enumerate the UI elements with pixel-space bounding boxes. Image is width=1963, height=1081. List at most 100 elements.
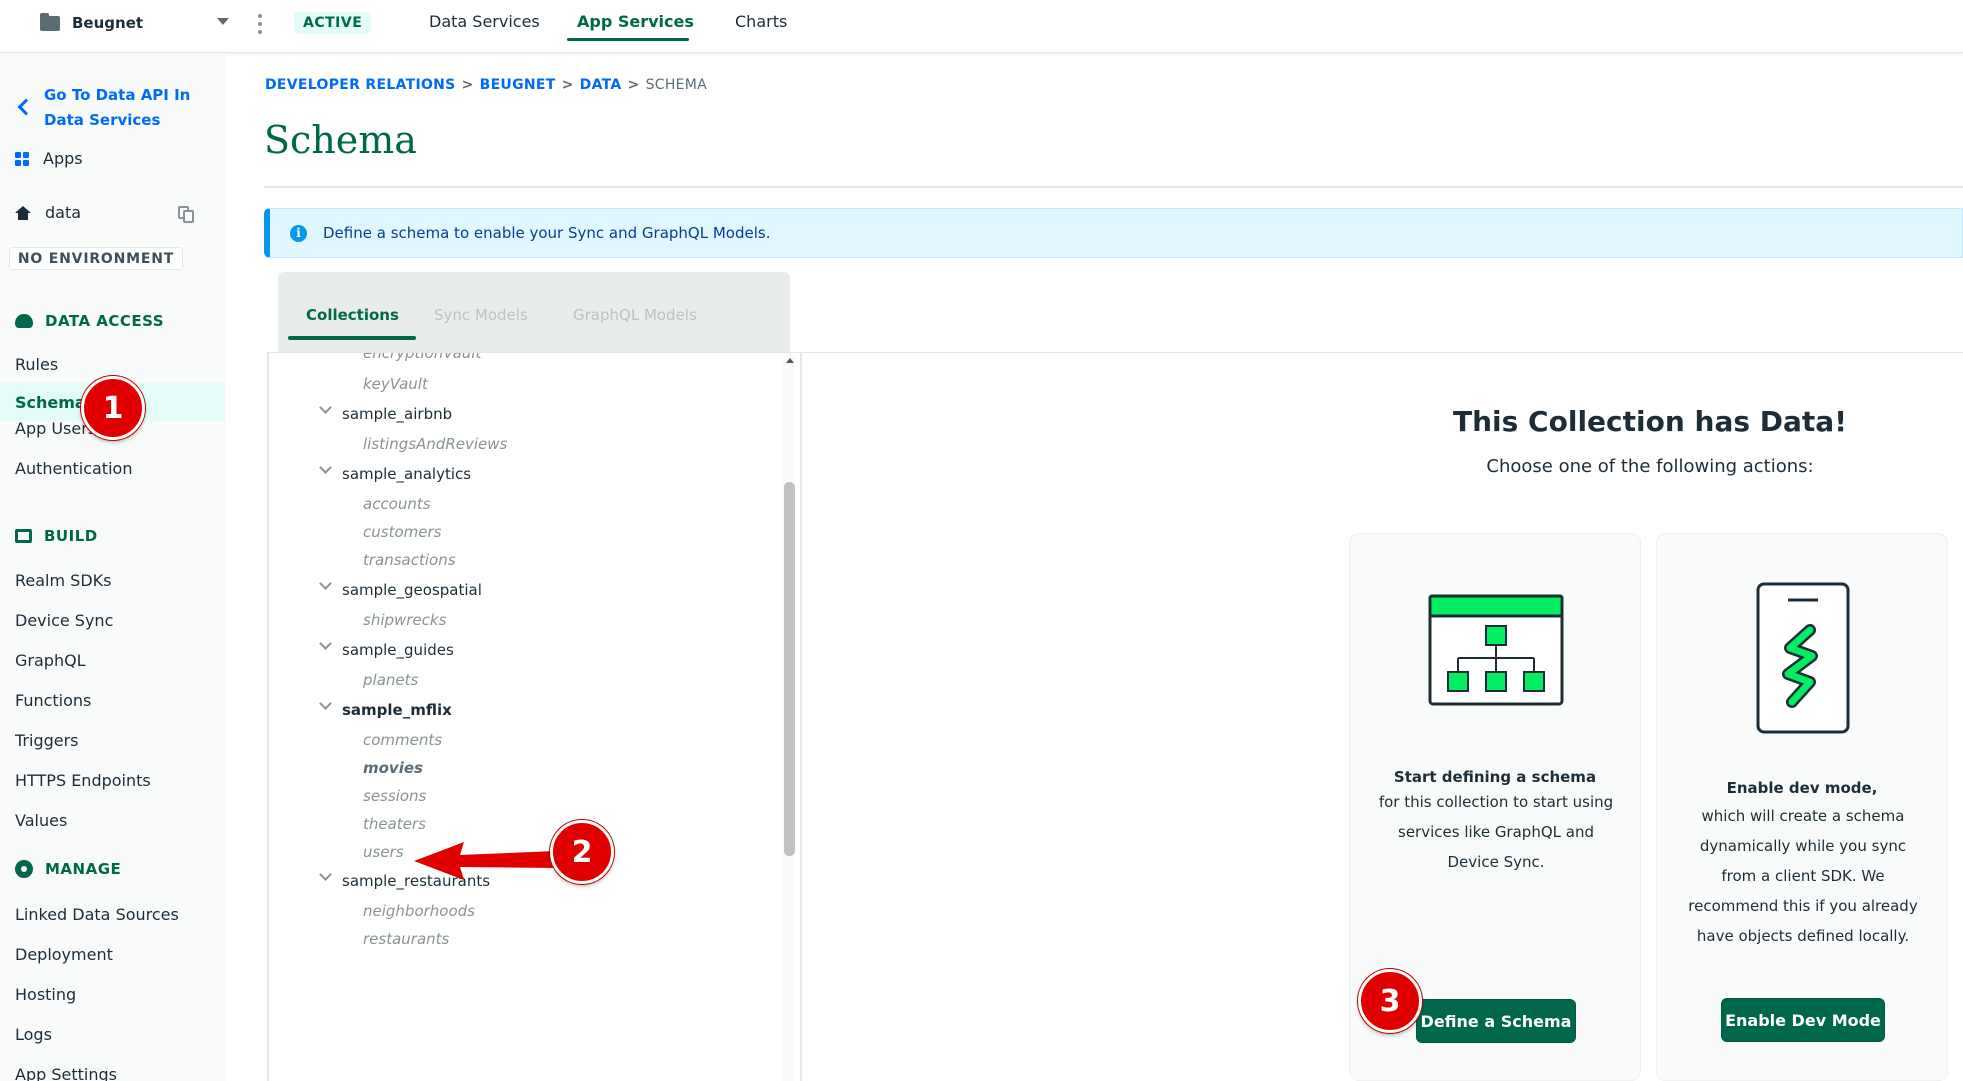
enable-dev-mode-button[interactable]: Enable Dev Mode bbox=[1721, 998, 1885, 1042]
nav-app-services[interactable]: App Services bbox=[577, 0, 694, 42]
breadcrumb-link[interactable]: BEUGNET bbox=[480, 77, 556, 93]
home-icon bbox=[15, 205, 31, 220]
back-link-label: Go To Data API In Data Services bbox=[44, 86, 191, 129]
choose-action-subheading: Choose one of the following actions: bbox=[1486, 456, 1814, 477]
step-marker: 3 bbox=[1358, 969, 1422, 1033]
chevron-down-icon[interactable] bbox=[319, 577, 332, 590]
sidebar-item-deployment[interactable]: Deployment bbox=[15, 945, 113, 964]
dev-mode-phone-icon bbox=[1756, 582, 1850, 734]
sidebar-item-https-endpoints[interactable]: HTTPS Endpoints bbox=[15, 771, 151, 790]
project-selector[interactable]: Beugnet bbox=[40, 12, 143, 32]
tree-collection[interactable]: neighborhoods bbox=[363, 902, 475, 920]
page-title: Schema bbox=[264, 118, 417, 162]
step-marker: 2 bbox=[550, 820, 614, 884]
tree-collection[interactable]: planets bbox=[363, 671, 418, 689]
tree-collection[interactable]: shipwrecks bbox=[363, 611, 446, 629]
chevron-down-icon[interactable] bbox=[319, 697, 332, 710]
section-manage: MANAGE bbox=[15, 860, 121, 878]
tree-database[interactable]: sample_geospatial bbox=[342, 581, 482, 599]
breadcrumb-link[interactable]: DEVELOPER RELATIONS bbox=[265, 77, 456, 93]
sidebar: Go To Data API In Data Services Apps dat… bbox=[0, 53, 225, 1081]
step-marker: 1 bbox=[81, 376, 145, 440]
schema-tree-icon bbox=[1428, 594, 1564, 706]
tree-database[interactable]: sample_analytics bbox=[342, 465, 471, 483]
tree-database[interactable]: sample_airbnb bbox=[342, 405, 452, 423]
section-data-access: DATA ACCESS bbox=[15, 312, 164, 330]
banner-text: Define a schema to enable your Sync and … bbox=[323, 224, 771, 242]
schema-tabs: Collections Sync Models GraphQL Models bbox=[278, 272, 790, 352]
sidebar-item-device-sync[interactable]: Device Sync bbox=[15, 611, 113, 630]
nav-data-services[interactable]: Data Services bbox=[429, 0, 540, 42]
tab-sync-models[interactable]: Sync Models bbox=[434, 306, 528, 324]
nav-active-indicator bbox=[567, 38, 689, 41]
tab-active-indicator bbox=[288, 336, 416, 340]
card-description: for this collection to start using servi… bbox=[1378, 793, 1614, 871]
section-build: BUILD bbox=[15, 527, 98, 545]
tree-collection[interactable]: comments bbox=[363, 731, 442, 749]
sidebar-item-app-settings[interactable]: App Settings bbox=[15, 1065, 117, 1081]
divider bbox=[802, 352, 1963, 353]
chevron-down-icon[interactable] bbox=[319, 868, 332, 881]
define-schema-button[interactable]: Define a Schema bbox=[1416, 999, 1576, 1043]
card-description: which will create a schema dynamically w… bbox=[1688, 807, 1918, 945]
enable-dev-mode-card: Enable dev mode, which will create a sch… bbox=[1656, 533, 1948, 1081]
scroll-up-arrow-icon[interactable] bbox=[786, 358, 794, 363]
nav-charts[interactable]: Charts bbox=[735, 0, 787, 42]
tree-collection[interactable]: listingsAndReviews bbox=[363, 435, 507, 453]
chevron-down-icon[interactable] bbox=[319, 401, 332, 414]
collection-has-data-heading: This Collection has Data! bbox=[1453, 405, 1847, 438]
sidebar-item-apps[interactable]: Apps bbox=[15, 149, 83, 168]
tab-graphql-models[interactable]: GraphQL Models bbox=[573, 306, 697, 324]
tree-collection[interactable]: transactions bbox=[363, 551, 456, 569]
tree-collection[interactable]: theaters bbox=[363, 815, 426, 833]
status-badge: ACTIVE bbox=[294, 12, 372, 34]
breadcrumb-current: SCHEMA bbox=[645, 77, 708, 93]
back-to-data-api-link[interactable]: Go To Data API In Data Services bbox=[14, 83, 194, 133]
tree-collection[interactable]: restaurants bbox=[363, 930, 449, 948]
sidebar-item-logs[interactable]: Logs bbox=[15, 1025, 52, 1044]
sidebar-item-linked-data-sources[interactable]: Linked Data Sources bbox=[15, 905, 179, 924]
tab-collections[interactable]: Collections bbox=[306, 306, 399, 324]
sidebar-item-graphql[interactable]: GraphQL bbox=[15, 651, 86, 670]
scroll-thumb[interactable] bbox=[784, 482, 795, 856]
tree-collection[interactable]: sessions bbox=[363, 787, 426, 805]
chevron-left-icon bbox=[17, 98, 35, 116]
info-icon: i bbox=[290, 224, 307, 242]
apps-grid-icon bbox=[15, 151, 29, 166]
collections-tree: encryptionVault keyVault sample_airbnb l… bbox=[267, 352, 802, 1081]
cloud-icon bbox=[15, 314, 33, 328]
more-options-icon[interactable] bbox=[258, 14, 262, 34]
tree-collection[interactable]: customers bbox=[363, 523, 441, 541]
apps-label: Apps bbox=[43, 149, 83, 168]
red-arrow-icon bbox=[414, 842, 556, 880]
tree-collection[interactable]: keyVault bbox=[363, 375, 428, 393]
sidebar-item-authentication[interactable]: Authentication bbox=[15, 459, 132, 478]
tree-collection-selected[interactable]: movies bbox=[363, 759, 423, 777]
tree-collection[interactable]: encryptionVault bbox=[363, 353, 481, 362]
chevron-down-icon[interactable] bbox=[319, 461, 332, 474]
chevron-down-icon[interactable] bbox=[319, 637, 332, 650]
sidebar-item-realm-sdks[interactable]: Realm SDKs bbox=[15, 571, 111, 590]
app-name-row[interactable]: data bbox=[15, 203, 81, 222]
folder-icon bbox=[40, 12, 60, 31]
copy-icon[interactable] bbox=[178, 206, 196, 224]
chevron-down-icon[interactable] bbox=[217, 18, 229, 25]
sidebar-item-rules[interactable]: Rules bbox=[15, 355, 58, 374]
card-title: Enable dev mode, bbox=[1726, 779, 1878, 797]
build-icon bbox=[15, 529, 32, 543]
tree-collection[interactable]: accounts bbox=[363, 495, 431, 513]
sidebar-item-triggers[interactable]: Triggers bbox=[15, 731, 79, 750]
sidebar-item-values[interactable]: Values bbox=[15, 811, 67, 830]
sidebar-item-functions[interactable]: Functions bbox=[15, 691, 91, 710]
sidebar-item-hosting[interactable]: Hosting bbox=[15, 985, 76, 1004]
tree-database[interactable]: sample_mflix bbox=[342, 701, 452, 719]
tree-database[interactable]: sample_guides bbox=[342, 641, 454, 659]
divider bbox=[264, 186, 1963, 188]
gear-icon bbox=[15, 860, 33, 878]
tree-collection[interactable]: users bbox=[363, 843, 404, 861]
environment-badge: NO ENVIRONMENT bbox=[9, 247, 183, 270]
breadcrumb: DEVELOPER RELATIONS > BEUGNET > DATA > S… bbox=[265, 77, 708, 93]
app-name: data bbox=[45, 203, 82, 222]
breadcrumb-link[interactable]: DATA bbox=[580, 77, 622, 93]
top-bar: Beugnet ACTIVE Data Services App Service… bbox=[0, 0, 1963, 53]
